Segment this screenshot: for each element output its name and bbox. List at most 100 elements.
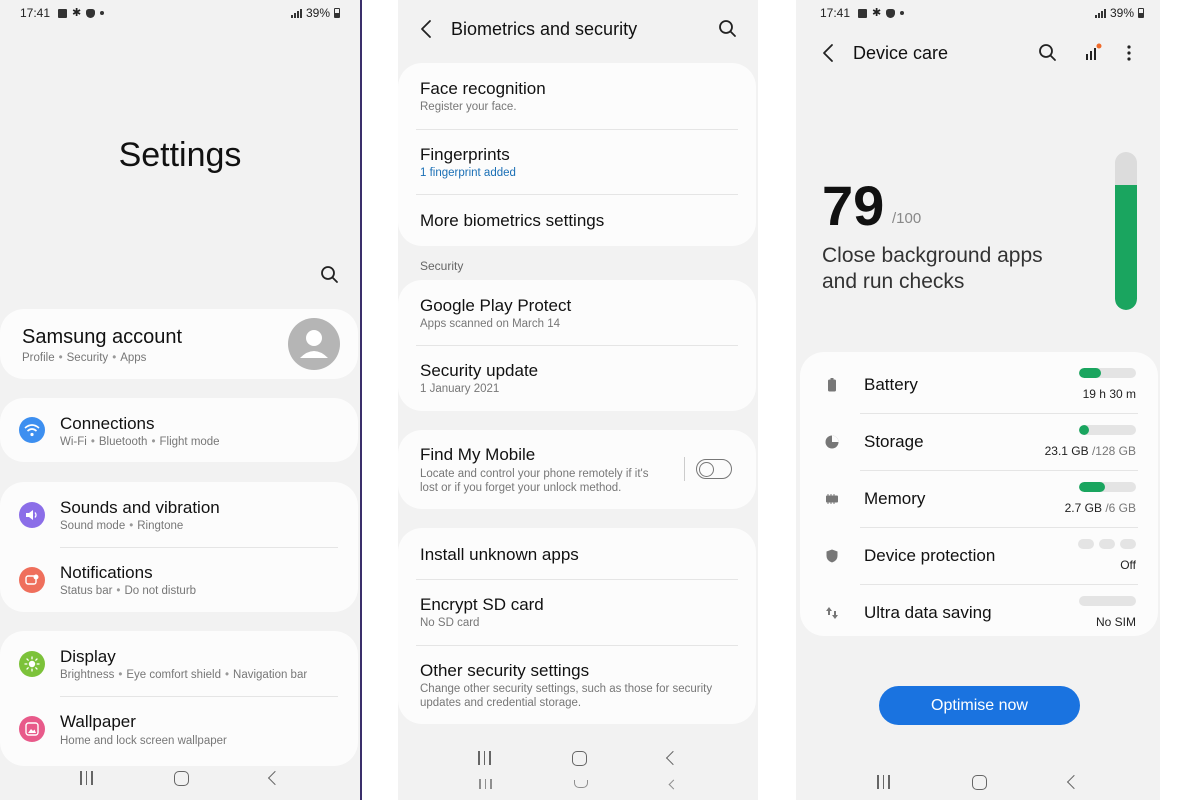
account-sub-profile: Profile bbox=[22, 352, 55, 364]
avatar-icon[interactable] bbox=[288, 318, 340, 370]
device-care-screen: 17:41 ✱ 39% Device care 79 /100 Close ba… bbox=[796, 0, 1160, 800]
more-biometrics-title: More biometrics settings bbox=[420, 211, 605, 230]
navigation-bar bbox=[796, 772, 1160, 792]
device-care-item-battery[interactable]: Battery 19 h 30 m bbox=[800, 357, 1158, 414]
gear-icon: ✱ bbox=[872, 7, 882, 19]
wallpaper-item[interactable]: Wallpaper Home and lock screen wallpaper bbox=[0, 696, 358, 761]
find-my-mobile-card[interactable]: Find My Mobile Locate and control your p… bbox=[398, 430, 756, 509]
notification-icons: ✱ bbox=[58, 8, 105, 19]
display-title: Display bbox=[60, 647, 116, 666]
device-care-item-bar bbox=[1079, 368, 1136, 378]
device-care-item-value: 2.7 GB /6 GB bbox=[1065, 501, 1136, 515]
recent-apps-icon bbox=[479, 779, 492, 789]
face-subtitle: Register your face. bbox=[420, 101, 517, 113]
status-bar: 17:41 ✱ 39% bbox=[820, 5, 1144, 21]
install-unknown-apps-item[interactable]: Install unknown apps bbox=[398, 528, 756, 580]
storage-icon bbox=[824, 434, 840, 450]
back-arrow-icon[interactable] bbox=[420, 19, 432, 39]
status-bar: 17:41 ✱ 39% bbox=[20, 5, 340, 21]
battery-status-icon bbox=[1138, 8, 1144, 18]
home-icon[interactable] bbox=[173, 770, 189, 786]
google-play-protect-item[interactable]: Google Play Protect Apps scanned on Marc… bbox=[398, 280, 756, 346]
battery-percent: 39% bbox=[1109, 6, 1134, 20]
device-care-item-bar-fill bbox=[1079, 368, 1101, 378]
shield-notif-icon bbox=[886, 8, 896, 18]
device-care-item-value-main: No SIM bbox=[1095, 615, 1136, 629]
search-icon[interactable] bbox=[718, 19, 738, 39]
back-nav-icon[interactable] bbox=[267, 770, 282, 786]
other-security-settings-item[interactable]: Other security settings Change other sec… bbox=[398, 645, 756, 724]
device-care-item-bar-fill bbox=[1079, 482, 1105, 492]
sounds-subtitle: Sound mode • Ringtone bbox=[60, 520, 184, 532]
brightness-icon bbox=[19, 651, 45, 677]
optimise-now-button[interactable]: Optimise now bbox=[879, 686, 1080, 725]
device-care-item-ultra-data-saving[interactable]: Ultra data saving No SIM bbox=[800, 585, 1158, 642]
device-care-item-bar bbox=[1079, 482, 1136, 492]
samsung-account-card[interactable]: Samsung account Profile • Security • Apps bbox=[0, 309, 358, 379]
back-nav-icon[interactable] bbox=[1066, 774, 1081, 790]
display-item[interactable]: Display Brightness • Eye comfort shield • Na… bbox=[0, 631, 358, 696]
fingerprints-item[interactable]: Fingerprints 1 fingerprint added bbox=[398, 129, 756, 195]
fingerprints-subtitle: 1 fingerprint added bbox=[420, 167, 516, 179]
notifications-title: Notifications bbox=[60, 563, 153, 582]
more-options-icon[interactable] bbox=[1126, 44, 1132, 62]
encrypt-sd-title: Encrypt SD card bbox=[420, 595, 544, 614]
battery-status-icon bbox=[334, 8, 340, 18]
find-my-mobile-toggle[interactable] bbox=[696, 459, 732, 479]
encrypt-sd-card-item[interactable]: Encrypt SD card No SD card bbox=[398, 579, 756, 645]
score-message-line-2: and run checks bbox=[822, 270, 965, 293]
page-title: Biometrics and security bbox=[451, 19, 638, 39]
sub-do-not-disturb: Do not disturb bbox=[124, 585, 197, 597]
face-recognition-item[interactable]: Face recognition Register your face. bbox=[398, 63, 756, 129]
device-care-item-label: Ultra data saving bbox=[864, 603, 992, 622]
status-time: 17:41 bbox=[20, 6, 51, 20]
biometrics-security-screen: Biometrics and security Face recognition… bbox=[398, 0, 758, 800]
back-arrow-icon[interactable] bbox=[822, 43, 834, 63]
wifi-icon bbox=[19, 417, 45, 443]
connections-card[interactable]: Connections Wi-Fi • Bluetooth • Flight mode bbox=[0, 398, 358, 462]
home-icon[interactable] bbox=[571, 750, 587, 766]
shield-icon bbox=[824, 548, 840, 564]
section-label: Security bbox=[420, 259, 464, 273]
sounds-title: Sounds and vibration bbox=[60, 498, 220, 517]
face-title: Face recognition bbox=[420, 79, 546, 98]
recent-apps-icon[interactable] bbox=[478, 751, 491, 765]
notifications-subtitle: Status bar • Do not disturb bbox=[60, 585, 197, 597]
more-biometrics-item[interactable]: More biometrics settings bbox=[398, 194, 756, 246]
device-care-items-card: Battery 19 h 30 m Storage 23.1 GB /128 GB Me… bbox=[800, 352, 1158, 636]
install-unknown-title: Install unknown apps bbox=[420, 545, 579, 564]
security-update-subtitle: 1 January 2021 bbox=[420, 383, 500, 395]
device-care-item-label: Device protection bbox=[864, 546, 996, 565]
security-update-item[interactable]: Security update 1 January 2021 bbox=[398, 345, 756, 411]
device-care-item-value: 19 h 30 m bbox=[1083, 387, 1136, 401]
home-icon[interactable] bbox=[971, 774, 987, 790]
sounds-vibration-item[interactable]: Sounds and vibration Sound mode • Ringtone bbox=[0, 482, 358, 547]
device-care-item-bar bbox=[1079, 596, 1136, 606]
device-care-item-device-protection[interactable]: Device protection Off bbox=[800, 528, 1158, 585]
navigation-bar bbox=[0, 768, 360, 788]
device-care-item-storage[interactable]: Storage 23.1 GB /128 GB bbox=[800, 414, 1158, 471]
sub-brightness: Brightness bbox=[60, 669, 115, 681]
home-icon bbox=[573, 780, 588, 788]
search-icon[interactable] bbox=[320, 265, 340, 285]
vertical-divider bbox=[684, 457, 685, 481]
encrypt-sd-subtitle: No SD card bbox=[420, 617, 480, 629]
device-care-item-value: Off bbox=[1120, 558, 1136, 572]
sub-status-bar: Status bar bbox=[60, 585, 113, 597]
device-care-item-bar-fill bbox=[1079, 425, 1090, 435]
other-security-title: Other security settings bbox=[420, 661, 590, 680]
settings-screen: 17:41 ✱ 39% Settings Samsung account Pro… bbox=[0, 0, 360, 800]
battery-icon bbox=[824, 377, 840, 393]
back-nav-icon[interactable] bbox=[665, 750, 680, 766]
notifications-item[interactable]: Notifications Status bar • Do not disturb bbox=[0, 547, 358, 612]
device-care-item-value-main: 23.1 GB bbox=[1044, 444, 1089, 458]
search-icon[interactable] bbox=[1038, 43, 1058, 63]
device-care-item-memory[interactable]: Memory 2.7 GB /6 GB bbox=[800, 471, 1158, 528]
score-value: 79 bbox=[822, 174, 885, 237]
find-my-mobile-title: Find My Mobile bbox=[420, 445, 536, 464]
back-nav-icon bbox=[668, 779, 679, 789]
recent-apps-icon[interactable] bbox=[80, 771, 93, 785]
find-my-mobile-subtitle-1: Locate and control your phone remotely i… bbox=[420, 468, 649, 480]
recent-apps-icon[interactable] bbox=[877, 775, 890, 789]
diagnostics-icon[interactable] bbox=[1084, 42, 1102, 62]
